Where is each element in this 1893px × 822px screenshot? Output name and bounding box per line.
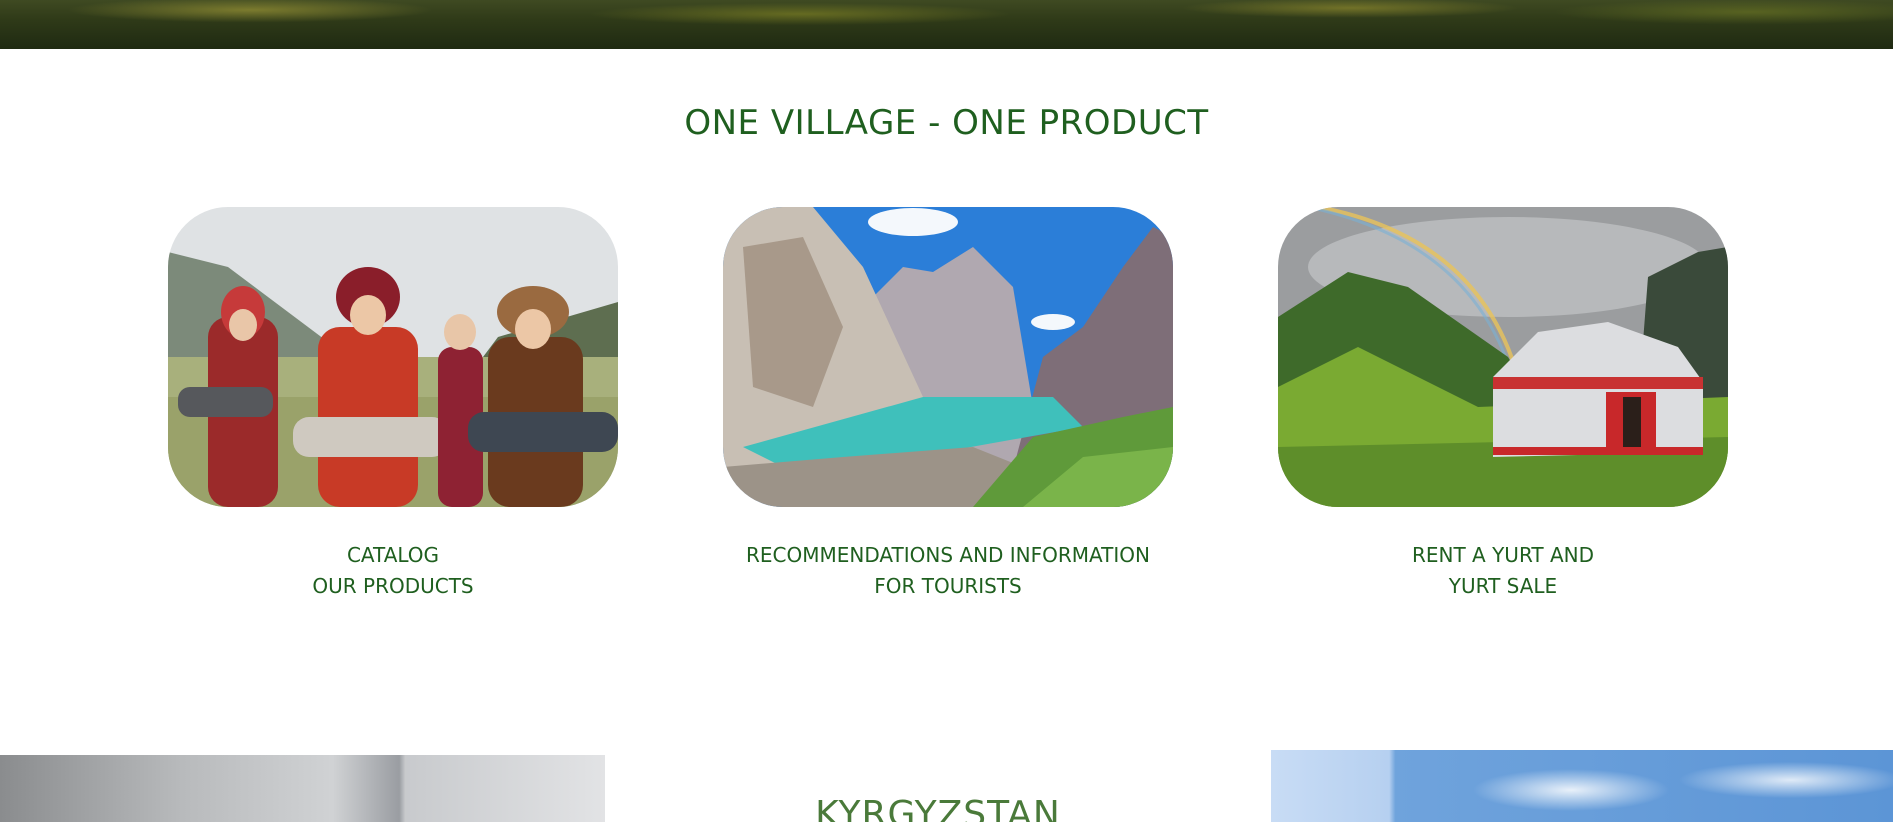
- yurt-rainbow-photo[interactable]: [1278, 207, 1728, 507]
- card-caption[interactable]: RENT A YURT AND YURT SALE: [1278, 540, 1728, 602]
- card-caption[interactable]: RECOMMENDATIONS AND INFORMATION FOR TOUR…: [723, 540, 1173, 602]
- yurt-card[interactable]: RENT A YURT AND YURT SALE: [1278, 207, 1728, 602]
- card-caption-line1: RENT A YURT AND: [1411, 543, 1595, 567]
- catalog-card[interactable]: CATALOG OUR PRODUCTS: [168, 207, 618, 602]
- tourist-info-card[interactable]: RECOMMENDATIONS AND INFORMATION FOR TOUR…: [723, 207, 1173, 602]
- blue-sky-photo: [1271, 750, 1893, 822]
- next-section-title: KYRGYZSTAN: [815, 794, 1061, 822]
- card-caption-line1: RECOMMENDATIONS AND INFORMATION: [745, 543, 1150, 567]
- card-caption-line2: OUR PRODUCTS: [312, 574, 474, 598]
- card-caption-line2: YURT SALE: [1448, 574, 1558, 598]
- card-caption-line1: CATALOG: [346, 543, 440, 567]
- cloudy-sky-photo: [0, 755, 605, 822]
- mountain-lake-photo[interactable]: [723, 207, 1173, 507]
- card-caption-line2: FOR TOURISTS: [874, 574, 1022, 598]
- women-in-traditional-dress-photo[interactable]: [168, 207, 618, 507]
- hero-image-strip: [0, 0, 1893, 49]
- section-title: ONE VILLAGE - ONE PRODUCT: [684, 103, 1209, 143]
- card-caption[interactable]: CATALOG OUR PRODUCTS: [168, 540, 618, 602]
